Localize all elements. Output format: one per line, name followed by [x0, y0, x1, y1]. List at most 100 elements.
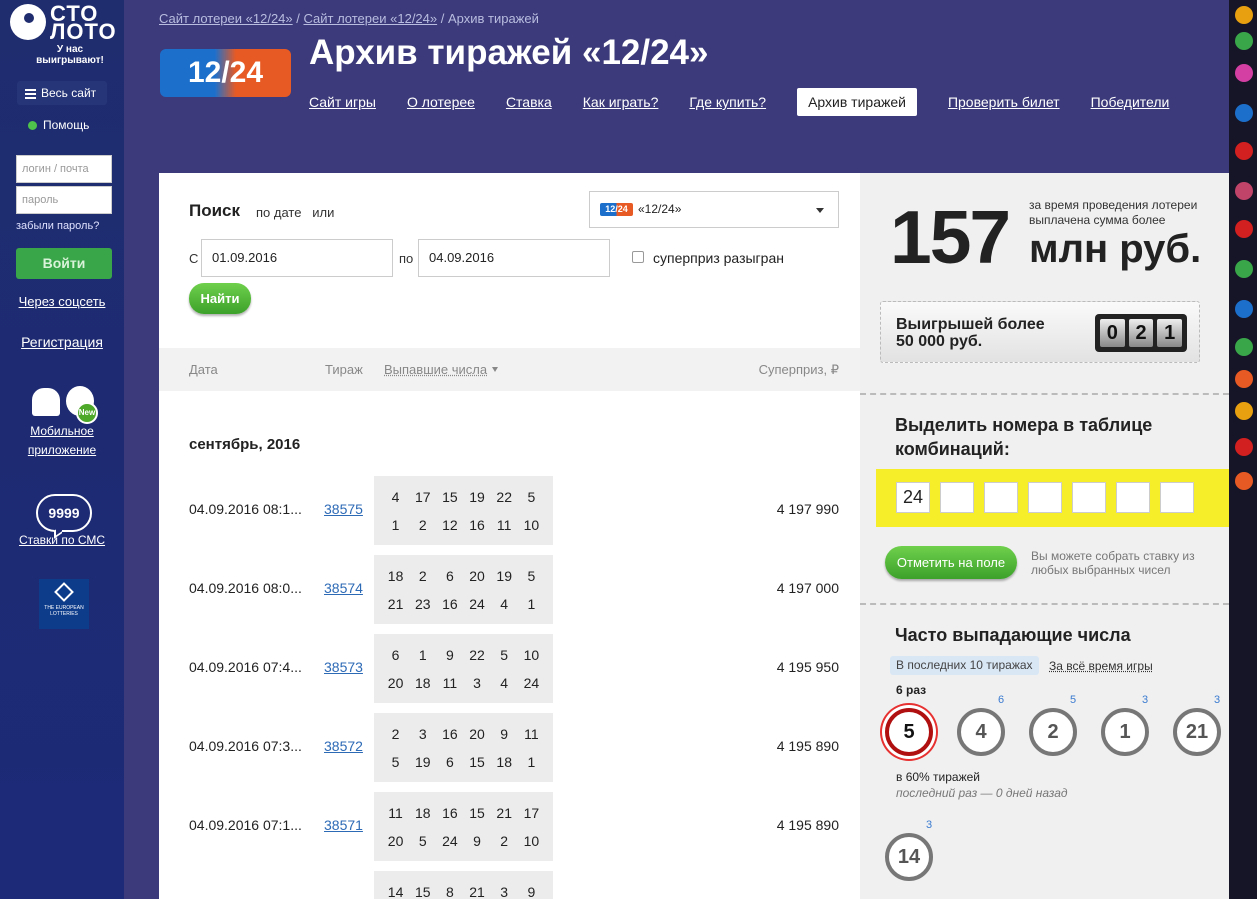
- tab-all-time[interactable]: За всё время игры: [1049, 659, 1153, 673]
- breadcrumb-link-1[interactable]: Сайт лотереи «12/24»: [159, 11, 293, 26]
- number-cell[interactable]: [1116, 482, 1150, 513]
- counter-digit: 1: [1157, 319, 1183, 347]
- lottery-icon[interactable]: [1235, 142, 1253, 160]
- table-row: 04.09.2016 07:0...385701415821394 194 84…: [159, 871, 860, 899]
- drawn-number: 5: [500, 647, 509, 663]
- stoloto-logo[interactable]: СТО ЛОТО У нас выигрывают!: [8, 2, 118, 66]
- page-title: Архив тиражей «12/24»: [309, 33, 709, 72]
- drawn-number: 16: [442, 726, 458, 742]
- superprize-value: 4 195 890: [776, 817, 839, 833]
- drawn-number: 6: [391, 647, 400, 663]
- european-lotteries-logo[interactable]: THE EUROPEAN LOTTERIES: [39, 579, 89, 629]
- eu-text: THE EUROPEAN LOTTERIES: [44, 605, 84, 617]
- logo-tagline: У нас выигрывают!: [36, 44, 104, 66]
- drawn-number: 18: [414, 675, 431, 691]
- draw-date: 04.09.2016 07:4...: [189, 659, 302, 675]
- breadcrumb-link-2[interactable]: Сайт лотереи «12/24»: [303, 11, 437, 26]
- number-cell[interactable]: [940, 482, 974, 513]
- lottery-icon[interactable]: [1235, 300, 1253, 318]
- lottery-icon[interactable]: [1235, 438, 1253, 456]
- help-link[interactable]: Помощь: [28, 118, 89, 132]
- mark-on-field-button[interactable]: Отметить на поле: [885, 546, 1017, 579]
- drawn-number: 4: [500, 675, 509, 691]
- number-cell[interactable]: [1160, 482, 1194, 513]
- login-input[interactable]: логин / почта: [16, 155, 112, 183]
- lottery-icon[interactable]: [1235, 64, 1253, 82]
- drawn-number: 11: [442, 675, 458, 691]
- drawn-number: 23: [414, 596, 431, 612]
- numbers-line-1: 14 15 8 21 3 9: [374, 884, 553, 899]
- frequent-number[interactable]: 1: [1101, 708, 1149, 756]
- lottery-icon[interactable]: [1235, 6, 1253, 24]
- register-link[interactable]: Регистрация: [0, 334, 124, 350]
- col-numbers-sort[interactable]: Выпавшие числа: [384, 362, 499, 377]
- highlight-title-line1: Выделить номера в таблице: [895, 415, 1153, 435]
- nav-how-to-play[interactable]: Как играть?: [583, 88, 659, 116]
- number-cell[interactable]: [984, 482, 1018, 513]
- login-button[interactable]: Войти: [16, 248, 112, 279]
- social-login-link[interactable]: Через соцсеть: [0, 294, 124, 309]
- nav-check-ticket[interactable]: Проверить билет: [948, 88, 1060, 116]
- lottery-nav: Сайт игры О лотерее Ставка Как играть? Г…: [309, 88, 1200, 116]
- frequency-count: 3: [926, 819, 933, 831]
- frequent-number[interactable]: 14: [885, 833, 933, 881]
- draw-number-link[interactable]: 38571: [324, 817, 363, 833]
- forgot-password-link[interactable]: забыли пароль?: [16, 220, 99, 232]
- android-icon: [32, 388, 60, 416]
- sms-bubble-icon[interactable]: 9999: [36, 494, 92, 532]
- number-cell[interactable]: [1028, 482, 1062, 513]
- draw-number-link[interactable]: 38574: [324, 580, 363, 596]
- nav-game-site[interactable]: Сайт игры: [309, 88, 376, 116]
- lottery-icon[interactable]: [1235, 370, 1253, 388]
- numbers-line-2: 20 18 11 3 4 24: [374, 675, 553, 691]
- drawn-number: 2: [418, 517, 427, 533]
- drawn-number: 15: [442, 489, 458, 505]
- big-wins-counter: 0 2 1: [1095, 314, 1187, 352]
- lottery-icon[interactable]: [1235, 182, 1253, 200]
- draw-date: 04.09.2016 08:0...: [189, 580, 302, 596]
- frequent-title: Часто выпадающие числа: [895, 625, 1131, 645]
- lottery-icon[interactable]: [1235, 32, 1253, 50]
- sms-link[interactable]: Ставки по СМС: [0, 533, 124, 547]
- lottery-icon[interactable]: [1235, 104, 1253, 122]
- date-from-input[interactable]: 01.09.2016: [201, 239, 393, 277]
- password-input[interactable]: пароль: [16, 186, 112, 214]
- number-cell[interactable]: [1072, 482, 1106, 513]
- nav-archive[interactable]: Архив тиражей: [797, 88, 917, 116]
- drawn-number: 18: [387, 568, 404, 584]
- mobile-app-link[interactable]: Мобильное приложение: [0, 422, 124, 460]
- frequent-number[interactable]: 5: [885, 708, 933, 756]
- nav-about[interactable]: О лотерее: [407, 88, 475, 116]
- find-button[interactable]: Найти: [189, 283, 251, 314]
- all-site-button[interactable]: Весь сайт: [17, 81, 107, 105]
- lottery-icon[interactable]: [1235, 260, 1253, 278]
- frequent-number[interactable]: 2: [1029, 708, 1077, 756]
- lottery-select[interactable]: 12/24 «12/24»: [589, 191, 839, 228]
- superprize-label[interactable]: суперприз разыгран: [653, 250, 784, 266]
- lottery-icon[interactable]: [1235, 402, 1253, 420]
- number-cell[interactable]: 24: [896, 482, 930, 513]
- lottery-icon[interactable]: [1235, 220, 1253, 238]
- date-to-input[interactable]: 04.09.2016: [418, 239, 610, 277]
- drawn-number: 18: [496, 754, 512, 770]
- superprize-checkbox[interactable]: [632, 251, 644, 263]
- drawn-number: 19: [469, 489, 485, 505]
- draw-number-link[interactable]: 38573: [324, 659, 363, 675]
- nav-winners[interactable]: Победители: [1091, 88, 1170, 116]
- mobile-apps[interactable]: New: [28, 380, 98, 424]
- draw-number-link[interactable]: 38572: [324, 738, 363, 754]
- frequent-number[interactable]: 21: [1173, 708, 1221, 756]
- nav-where-to-buy[interactable]: Где купить?: [689, 88, 766, 116]
- draw-number-link[interactable]: 38575: [324, 501, 363, 517]
- drawn-number: 16: [442, 805, 458, 821]
- lottery-icon[interactable]: [1235, 472, 1253, 490]
- frequent-number[interactable]: 4: [957, 708, 1005, 756]
- numbers-line-1: 2 3 16 20 9 11: [374, 726, 553, 742]
- drawn-number: 21: [496, 805, 512, 821]
- drawn-number: 11: [496, 517, 512, 533]
- drawn-number: 19: [496, 568, 512, 584]
- big-wins-line1: Выигрышей более: [896, 316, 1045, 333]
- tab-last-10[interactable]: В последних 10 тиражах: [890, 656, 1039, 675]
- lottery-icon[interactable]: [1235, 338, 1253, 356]
- nav-bet[interactable]: Ставка: [506, 88, 552, 116]
